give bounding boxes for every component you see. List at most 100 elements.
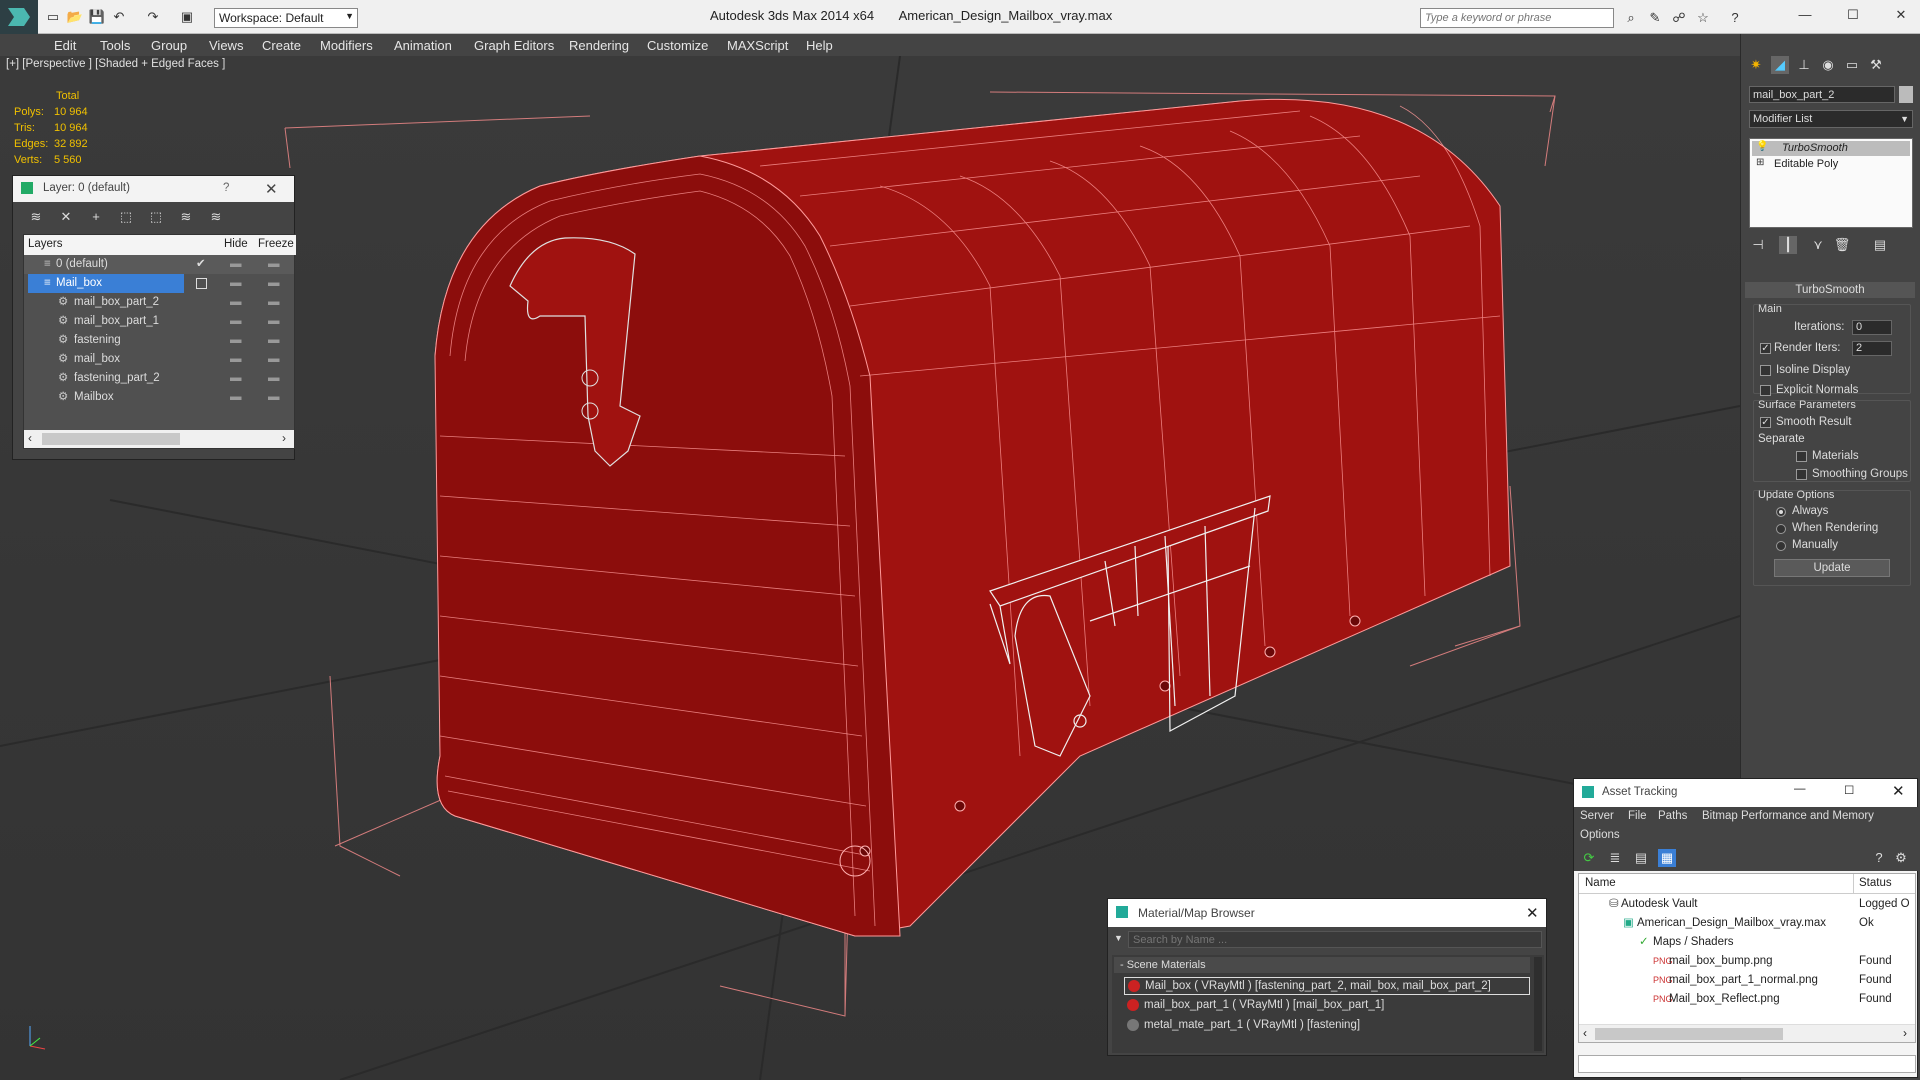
open-file-icon[interactable]: 📂: [66, 8, 84, 26]
utilities-tab-icon[interactable]: ⚒: [1867, 56, 1885, 74]
freeze-toggle[interactable]: ▬: [268, 388, 280, 407]
menu-group[interactable]: Group: [151, 38, 187, 53]
asset-row[interactable]: PNG mail_box_bump.png Found: [1579, 952, 1915, 971]
layer-row[interactable]: ⚙ mail_box ▬ ▬: [24, 350, 294, 369]
hide-toggle[interactable]: ▬: [230, 388, 242, 407]
project-folder-icon[interactable]: ▣: [178, 8, 196, 26]
asset-row[interactable]: PNG Mail_box_Reflect.png Found: [1579, 990, 1915, 1009]
always-radio[interactable]: [1776, 507, 1786, 517]
menu-views[interactable]: Views: [209, 38, 243, 53]
freeze-toggle[interactable]: ▬: [268, 331, 280, 350]
subscription-icon[interactable]: ✎: [1646, 9, 1664, 27]
stack-item-turbosmooth[interactable]: TurboSmooth: [1752, 141, 1910, 156]
material-item-selected[interactable]: Mail_box ( VRayMtl ) [fastening_part_2, …: [1124, 977, 1530, 995]
create-layer-icon[interactable]: ≋: [27, 208, 45, 226]
create-tab-icon[interactable]: ✷: [1747, 56, 1765, 74]
menu-create[interactable]: Create: [262, 38, 301, 53]
render-iters-spinner[interactable]: 2: [1852, 341, 1892, 356]
asset-row[interactable]: PNG mail_box_part_1_normal.png Found: [1579, 971, 1915, 990]
freeze-toggle[interactable]: ▬: [268, 312, 280, 331]
help-icon[interactable]: ?: [1726, 9, 1744, 27]
delete-layer-icon[interactable]: ✕: [57, 208, 75, 226]
hide-toggle[interactable]: ▬: [230, 369, 242, 388]
col-name[interactable]: Name: [1585, 877, 1616, 889]
menu-maxscript[interactable]: MAXScript: [727, 38, 788, 53]
menu-server[interactable]: Server: [1580, 810, 1614, 822]
col-hide[interactable]: Hide: [224, 238, 248, 250]
rollout-header[interactable]: TurboSmooth: [1745, 282, 1915, 298]
material-browser-titlebar[interactable]: Material/Map Browser ✕: [1108, 899, 1546, 927]
new-file-icon[interactable]: ▭: [44, 8, 62, 26]
col-status[interactable]: Status: [1859, 877, 1892, 889]
scroll-thumb[interactable]: [42, 433, 180, 445]
material-item[interactable]: mail_box_part_1 ( VRayMtl ) [mail_box_pa…: [1124, 997, 1530, 1015]
manually-radio[interactable]: [1776, 541, 1786, 551]
table-view-icon[interactable]: ▦: [1658, 849, 1676, 867]
scene-materials-group[interactable]: - Scene Materials: [1114, 957, 1530, 973]
show-end-result-icon[interactable]: ┃: [1779, 236, 1797, 254]
when-rendering-radio[interactable]: [1776, 524, 1786, 534]
hide-toggle[interactable]: ▬: [230, 255, 242, 274]
redo-icon[interactable]: ↷: [144, 8, 162, 26]
menu-options[interactable]: Options: [1580, 829, 1620, 841]
freeze-toggle[interactable]: ▬: [268, 350, 280, 369]
modifier-list-dropdown[interactable]: Modifier List ▼: [1749, 110, 1913, 128]
freeze-toggle[interactable]: ▬: [268, 274, 280, 293]
iterations-spinner[interactable]: 0: [1852, 320, 1892, 335]
close-icon[interactable]: ✕: [265, 180, 278, 198]
layer-row[interactable]: ≡ 0 (default) ✔ ▬ ▬: [24, 255, 294, 274]
menu-graph-editors[interactable]: Graph Editors: [474, 38, 554, 53]
vertical-scrollbar[interactable]: [1534, 957, 1542, 1051]
materials-checkbox[interactable]: [1796, 451, 1807, 462]
detail-view-icon[interactable]: ▤: [1632, 849, 1650, 867]
layer-row[interactable]: ⚙ fastening ▬ ▬: [24, 331, 294, 350]
menu-animation[interactable]: Animation: [394, 38, 452, 53]
layer-row-selected[interactable]: ≡ Mail_box ▬ ▬: [24, 274, 294, 293]
menu-help[interactable]: Help: [806, 38, 833, 53]
asset-row[interactable]: ✓ Maps / Shaders: [1579, 933, 1915, 952]
save-file-icon[interactable]: 💾: [88, 8, 106, 26]
freeze-toggle[interactable]: ▬: [268, 255, 280, 274]
maximize-icon[interactable]: ☐: [1844, 6, 1862, 24]
hide-toggle[interactable]: ▬: [230, 350, 242, 369]
scroll-right-icon[interactable]: ›: [1903, 1026, 1907, 1040]
object-name-field[interactable]: [1749, 86, 1895, 103]
expand-icon[interactable]: ⊞: [1756, 157, 1764, 168]
highlight-layer-icon[interactable]: ⬚: [147, 208, 165, 226]
col-layers[interactable]: Layers: [28, 238, 63, 250]
object-color-swatch[interactable]: [1899, 86, 1913, 103]
col-freeze[interactable]: Freeze: [258, 238, 294, 250]
material-search-input[interactable]: [1128, 931, 1542, 948]
scroll-left-icon[interactable]: ‹: [1583, 1026, 1587, 1040]
scroll-right-icon[interactable]: ›: [282, 431, 286, 445]
scroll-left-icon[interactable]: ‹: [28, 431, 32, 445]
hierarchy-tab-icon[interactable]: ⊥: [1795, 56, 1813, 74]
layer-row[interactable]: ⚙ mail_box_part_2 ▬ ▬: [24, 293, 294, 312]
menu-edit[interactable]: Edit: [54, 38, 76, 53]
isoline-display-checkbox[interactable]: [1760, 365, 1771, 376]
undo-icon[interactable]: ↶: [110, 8, 128, 26]
hide-toggle[interactable]: ▬: [230, 293, 242, 312]
layer-row[interactable]: ⚙ fastening_part_2 ▬ ▬: [24, 369, 294, 388]
explicit-normals-checkbox[interactable]: [1760, 385, 1771, 396]
menu-paths[interactable]: Paths: [1658, 810, 1687, 822]
material-item[interactable]: metal_mate_part_1 ( VRayMtl ) [fastening…: [1124, 1017, 1530, 1035]
settings-icon[interactable]: ⚙: [1892, 849, 1910, 867]
menu-modifiers[interactable]: Modifiers: [320, 38, 373, 53]
freeze-toggle[interactable]: ▬: [268, 293, 280, 312]
layer-row[interactable]: ⚙ mail_box_part_1 ▬ ▬: [24, 312, 294, 331]
smoothing-groups-checkbox[interactable]: [1796, 469, 1807, 480]
refresh-icon[interactable]: ⟳: [1580, 849, 1598, 867]
hide-toggle[interactable]: ▬: [230, 274, 242, 293]
freeze-all-icon[interactable]: ≋: [207, 208, 225, 226]
search-input[interactable]: [1421, 9, 1609, 27]
binoculars-icon[interactable]: ⌕: [1622, 9, 1640, 27]
options-chevron-icon[interactable]: ▼: [1114, 933, 1123, 943]
smooth-result-checkbox[interactable]: ✓: [1760, 417, 1771, 428]
close-icon[interactable]: ✕: [1526, 904, 1539, 922]
render-iters-checkbox[interactable]: ✓: [1760, 343, 1771, 354]
help-icon[interactable]: ?: [1870, 849, 1888, 867]
hide-toggle[interactable]: ▬: [230, 331, 242, 350]
menu-customize[interactable]: Customize: [647, 38, 708, 53]
menu-bitmap-performance[interactable]: Bitmap Performance and Memory: [1702, 810, 1874, 822]
